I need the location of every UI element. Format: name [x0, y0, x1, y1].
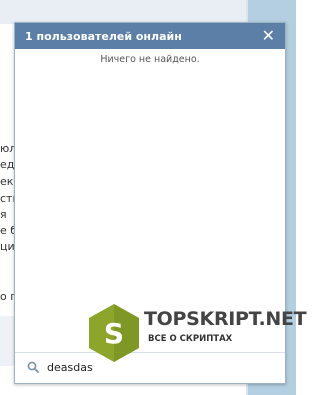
search-icon	[27, 361, 39, 373]
background-header	[0, 0, 250, 24]
logo-hexagon-icon: S	[89, 304, 139, 362]
logo-tagline: ВСЕ О СКРИПТАХ	[148, 334, 233, 344]
background-text: ед	[0, 158, 15, 171]
popup-header: 1 пользователей онлайн ✕	[15, 23, 285, 49]
empty-message: Ничего не найдено.	[100, 54, 200, 65]
logo-name: TOPSKRIPT.NET	[144, 308, 307, 330]
background-text: ци	[0, 240, 15, 253]
background-text: я	[0, 208, 7, 221]
watermark-logo: S TOPSKRIPT.NET ВСЕ О СКРИПТАХ	[86, 298, 307, 382]
logo-letter: S	[104, 317, 124, 350]
close-icon[interactable]: ✕	[262, 28, 275, 44]
popup-title: 1 пользователей онлайн	[25, 29, 182, 43]
